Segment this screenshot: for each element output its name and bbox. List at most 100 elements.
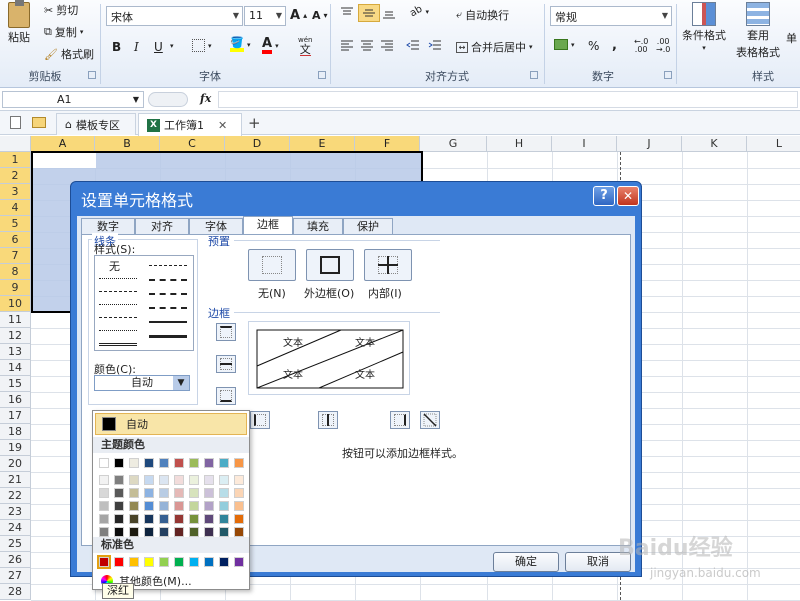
- row-header[interactable]: 20: [0, 456, 31, 472]
- theme-color-swatch[interactable]: [174, 458, 184, 468]
- font-color-button[interactable]: A ▾: [262, 37, 279, 54]
- theme-shade-swatch[interactable]: [204, 475, 214, 485]
- theme-shade-swatch[interactable]: [144, 501, 154, 511]
- theme-shade-swatch[interactable]: [219, 488, 229, 498]
- theme-shade-swatch[interactable]: [159, 514, 169, 524]
- formula-input[interactable]: [218, 91, 798, 108]
- standard-color-swatch[interactable]: [234, 557, 244, 567]
- theme-shade-swatch[interactable]: [159, 501, 169, 511]
- row-header[interactable]: 26: [0, 552, 31, 568]
- standard-color-swatch[interactable]: [114, 557, 124, 567]
- format-as-table-button[interactable]: 套用 表格格式: [736, 2, 780, 60]
- theme-shade-swatch[interactable]: [234, 475, 244, 485]
- theme-shade-swatch[interactable]: [189, 475, 199, 485]
- underline-dropdown[interactable]: ▾: [170, 42, 174, 50]
- row-header[interactable]: 27: [0, 568, 31, 584]
- column-header[interactable]: B: [95, 136, 160, 152]
- row-header[interactable]: 2: [0, 168, 31, 184]
- decrease-indent-icon[interactable]: [406, 38, 420, 52]
- border-middle-button[interactable]: [216, 355, 236, 373]
- cell-styles-button[interactable]: 单: [786, 30, 797, 46]
- theme-shade-swatch[interactable]: [204, 501, 214, 511]
- standard-color-swatch[interactable]: [159, 557, 169, 567]
- theme-shade-swatch[interactable]: [144, 475, 154, 485]
- line-style-option[interactable]: [149, 321, 187, 323]
- theme-shade-swatch[interactable]: [204, 514, 214, 524]
- increase-decimal-icon[interactable]: ←.0.00: [634, 38, 648, 54]
- preset-inside-button[interactable]: [364, 249, 412, 281]
- standard-color-swatch[interactable]: [97, 555, 111, 569]
- theme-shade-swatch[interactable]: [234, 501, 244, 511]
- theme-shade-swatch[interactable]: [234, 514, 244, 524]
- theme-color-swatch[interactable]: [204, 458, 214, 468]
- theme-shade-swatch[interactable]: [189, 488, 199, 498]
- row-header[interactable]: 13: [0, 344, 31, 360]
- theme-color-swatch[interactable]: [159, 458, 169, 468]
- theme-shade-swatch[interactable]: [129, 514, 139, 524]
- theme-shade-swatch[interactable]: [174, 475, 184, 485]
- percent-button[interactable]: %: [588, 39, 599, 53]
- color-select[interactable]: 自动 ▼: [94, 375, 190, 391]
- clipboard-launcher-icon[interactable]: [88, 71, 96, 79]
- theme-shade-swatch[interactable]: [114, 488, 124, 498]
- select-all-corner[interactable]: [0, 136, 31, 152]
- automatic-color-option[interactable]: 自动: [95, 413, 247, 435]
- grow-font-button[interactable]: A ▴: [290, 8, 307, 23]
- alignment-launcher-icon[interactable]: [530, 71, 538, 79]
- standard-color-swatch[interactable]: [219, 557, 229, 567]
- row-header[interactable]: 5: [0, 216, 31, 232]
- row-header[interactable]: 4: [0, 200, 31, 216]
- theme-shade-swatch[interactable]: [174, 514, 184, 524]
- standard-color-swatch[interactable]: [174, 557, 184, 567]
- border-top-button[interactable]: [216, 323, 236, 341]
- theme-color-swatch[interactable]: [114, 458, 124, 468]
- theme-shade-swatch[interactable]: [234, 488, 244, 498]
- theme-color-swatch[interactable]: [129, 458, 139, 468]
- font-size-select[interactable]: 11 ▼: [244, 6, 286, 26]
- theme-shade-swatch[interactable]: [99, 501, 109, 511]
- align-right-icon[interactable]: [380, 38, 394, 52]
- theme-shade-swatch[interactable]: [144, 527, 154, 537]
- help-icon[interactable]: ?: [593, 186, 615, 206]
- line-style-option[interactable]: [99, 291, 137, 292]
- font-launcher-icon[interactable]: [318, 71, 326, 79]
- theme-shade-swatch[interactable]: [219, 527, 229, 537]
- theme-shade-swatch[interactable]: [234, 527, 244, 537]
- row-header[interactable]: 21: [0, 472, 31, 488]
- insert-function-icon[interactable]: fx: [200, 92, 211, 105]
- column-header[interactable]: D: [225, 136, 290, 152]
- theme-shade-swatch[interactable]: [219, 501, 229, 511]
- align-bottom-icon[interactable]: [382, 6, 396, 20]
- number-launcher-icon[interactable]: [664, 71, 672, 79]
- preset-none-button[interactable]: [248, 249, 296, 281]
- column-header[interactable]: K: [682, 136, 747, 152]
- theme-shade-swatch[interactable]: [99, 488, 109, 498]
- close-icon[interactable]: ✕: [617, 186, 639, 206]
- line-style-none[interactable]: 无: [109, 258, 120, 274]
- line-style-list[interactable]: 无: [94, 255, 194, 351]
- row-header[interactable]: 25: [0, 536, 31, 552]
- row-header[interactable]: 19: [0, 440, 31, 456]
- tab-template[interactable]: ⌂ 模板专区: [56, 113, 136, 135]
- conditional-format-button[interactable]: 条件格式 ▾: [682, 2, 726, 52]
- align-left-icon[interactable]: [340, 38, 354, 52]
- theme-color-swatch[interactable]: [219, 458, 229, 468]
- column-header[interactable]: F: [355, 136, 420, 152]
- shrink-font-button[interactable]: A ▾: [312, 9, 328, 22]
- theme-shade-swatch[interactable]: [129, 501, 139, 511]
- theme-shade-swatch[interactable]: [144, 488, 154, 498]
- increase-indent-icon[interactable]: [428, 38, 442, 52]
- line-style-option[interactable]: [149, 335, 187, 338]
- row-header[interactable]: 10: [0, 296, 31, 312]
- column-header[interactable]: G: [420, 136, 487, 152]
- border-preview[interactable]: 文本 文本 文本 文本: [248, 321, 410, 395]
- add-tab-icon[interactable]: +: [248, 114, 261, 132]
- line-style-option[interactable]: [149, 307, 187, 309]
- column-header[interactable]: L: [747, 136, 800, 152]
- formula-splitter[interactable]: [148, 92, 188, 107]
- tab-workbook[interactable]: X 工作簿1 ✕: [138, 113, 242, 136]
- border-left-button[interactable]: [250, 411, 270, 429]
- theme-shade-swatch[interactable]: [144, 514, 154, 524]
- standard-color-swatch[interactable]: [129, 557, 139, 567]
- theme-shade-swatch[interactable]: [159, 488, 169, 498]
